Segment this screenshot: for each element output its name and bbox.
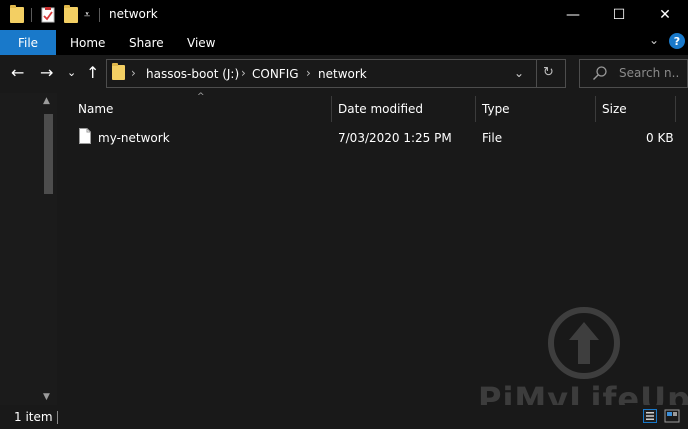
new-folder-icon[interactable] [64, 5, 78, 23]
large-icons-view-icon[interactable] [664, 409, 680, 423]
file-date-modified: 7/03/2020 1:25 PM [338, 131, 452, 145]
column-header-date-modified[interactable]: Date modified [338, 102, 423, 116]
column-divider[interactable] [331, 96, 332, 122]
breadcrumb-drive[interactable]: hassos-boot (J:) [146, 67, 239, 81]
column-divider[interactable] [475, 96, 476, 122]
window-title: network [109, 7, 158, 21]
item-count: 1 item [14, 410, 53, 424]
breadcrumb-config[interactable]: CONFIG [252, 67, 299, 81]
folder-icon [112, 63, 125, 80]
minimize-button[interactable]: — [550, 0, 596, 30]
expand-ribbon-button[interactable]: ⌄ [649, 33, 659, 47]
recent-locations-button[interactable]: ⌄ [67, 63, 76, 83]
quick-access-separator [31, 8, 32, 22]
file-size: 0 KB [646, 131, 674, 145]
details-view-icon[interactable] [643, 409, 657, 423]
title-separator [99, 8, 100, 22]
breadcrumb-separator[interactable]: › [241, 66, 246, 80]
scroll-down-button[interactable]: ▼ [43, 392, 50, 402]
sort-indicator: ^ [197, 92, 205, 102]
up-button[interactable]: ↑ [86, 63, 99, 83]
breadcrumb-network[interactable]: network [318, 67, 367, 81]
properties-icon[interactable] [41, 7, 55, 23]
column-header-type[interactable]: Type [482, 102, 510, 116]
address-dropdown-button[interactable]: ⌄ [514, 66, 524, 80]
customize-quick-access-button[interactable]: ⩡ [84, 8, 90, 22]
tab-view[interactable]: View [187, 36, 215, 50]
maximize-button[interactable]: ☐ [596, 0, 642, 30]
scrollbar-thumb[interactable] [44, 114, 53, 194]
column-divider[interactable] [675, 96, 676, 122]
column-header-size[interactable]: Size [602, 102, 627, 116]
watermark-logo [547, 306, 621, 380]
back-button[interactable]: ← [11, 63, 24, 83]
tab-file[interactable]: File [0, 30, 56, 55]
file-type: File [482, 131, 503, 145]
forward-button[interactable]: → [40, 63, 53, 83]
folder-icon[interactable] [10, 5, 24, 23]
file-name[interactable]: my-network [98, 131, 170, 145]
refresh-icon[interactable]: ↻ [543, 65, 554, 80]
address-divider [536, 60, 537, 87]
scroll-up-button[interactable]: ▲ [43, 96, 50, 106]
status-separator [57, 411, 58, 424]
column-divider[interactable] [595, 96, 596, 122]
tab-share[interactable]: Share [129, 36, 164, 50]
search-input[interactable]: Search n... [619, 66, 679, 80]
breadcrumb-separator[interactable]: › [306, 66, 311, 80]
search-icon [592, 65, 608, 81]
file-icon[interactable] [79, 128, 91, 144]
status-bar [0, 405, 688, 429]
help-icon[interactable]: ? [669, 33, 685, 49]
tab-home[interactable]: Home [70, 36, 105, 50]
column-header-name[interactable]: Name [78, 102, 113, 116]
close-button[interactable]: ✕ [642, 0, 688, 30]
breadcrumb-separator[interactable]: › [131, 66, 136, 80]
